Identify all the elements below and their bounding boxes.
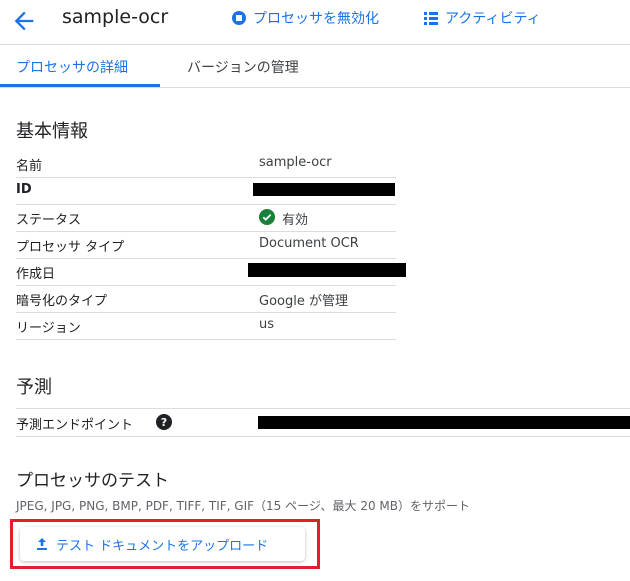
highlight-box: テスト ドキュメントをアップロード <box>10 519 320 569</box>
activity-label: アクティビティ <box>445 11 541 27</box>
info-value: Google が管理 <box>259 294 348 309</box>
upload-test-document-button[interactable]: テスト ドキュメントをアップロード <box>20 527 305 561</box>
info-value: us <box>259 317 275 332</box>
info-key: ID <box>16 182 32 197</box>
info-key: 名前 <box>16 159 43 174</box>
info-key: ステータス <box>16 213 82 228</box>
endpoint-row: 予測エンドポイント ? <box>16 408 630 437</box>
prediction-heading: 予測 <box>16 377 52 398</box>
info-key: 作成日 <box>16 267 56 282</box>
basic-info-heading: 基本情報 <box>16 121 88 142</box>
tab-processor-details[interactable]: プロセッサの詳細 <box>16 57 128 77</box>
info-value: Document OCR <box>259 236 359 251</box>
upload-icon <box>37 538 47 550</box>
active-tab-indicator <box>0 84 160 87</box>
check-circle-icon <box>259 209 275 225</box>
top-bar: sample-ocr プロセッサを無効化 アクティビティ <box>0 0 630 45</box>
redaction-bar <box>253 183 395 196</box>
info-row-region: リージョン us <box>16 312 396 340</box>
stop-icon <box>232 11 246 25</box>
info-row-type: プロセッサ タイプ Document OCR <box>16 231 396 259</box>
tab-bar: プロセッサの詳細 バージョンの管理 <box>0 45 630 88</box>
info-row-created: 作成日 <box>16 258 406 286</box>
info-row-status: ステータス 有効 <box>16 204 396 232</box>
page-title: sample-ocr <box>62 6 169 28</box>
redaction-bar <box>258 416 630 429</box>
info-key: 暗号化のタイプ <box>16 294 108 309</box>
svg-text:?: ? <box>161 416 167 429</box>
tab-version-management[interactable]: バージョンの管理 <box>187 57 299 77</box>
upload-label: テスト ドキュメントをアップロード <box>56 538 269 554</box>
info-key: プロセッサ タイプ <box>16 240 125 255</box>
info-row-encryption: 暗号化のタイプ Google が管理 <box>16 285 396 313</box>
activity-button[interactable]: アクティビティ <box>423 8 541 28</box>
back-arrow-icon[interactable] <box>10 7 38 35</box>
supported-formats-text: JPEG, JPG, PNG, BMP, PDF, TIFF, TIF, GIF… <box>16 499 471 513</box>
info-row-name: 名前 sample-ocr <box>16 150 396 178</box>
disable-processor-label: プロセッサを無効化 <box>253 11 379 27</box>
disable-processor-button[interactable]: プロセッサを無効化 <box>231 8 379 28</box>
redaction-bar <box>248 263 406 277</box>
info-value: sample-ocr <box>259 155 332 170</box>
list-icon <box>424 12 438 25</box>
info-row-id: ID <box>16 177 396 205</box>
help-icon[interactable]: ? <box>156 414 172 430</box>
info-key: リージョン <box>16 321 81 336</box>
status-value: 有効 <box>282 213 309 228</box>
processor-test-heading: プロセッサのテスト <box>16 471 169 491</box>
endpoint-label: 予測エンドポイント <box>16 418 134 433</box>
